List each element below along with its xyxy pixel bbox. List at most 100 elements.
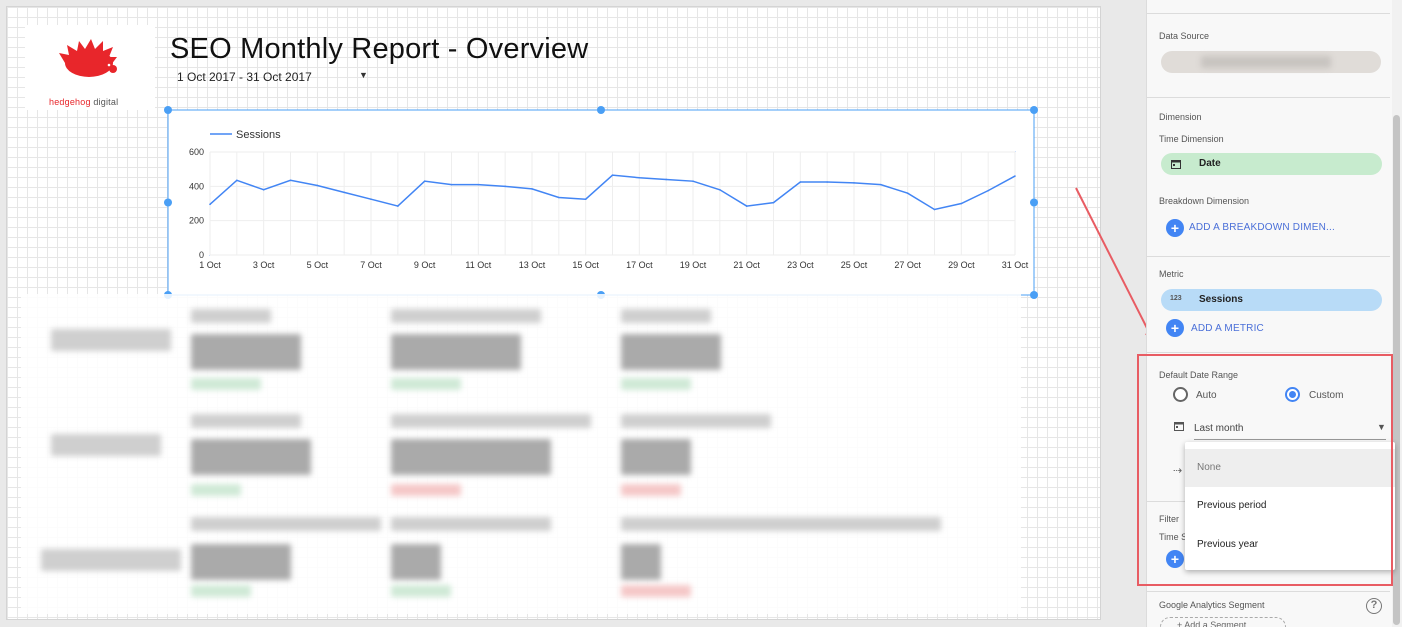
x-tick-label: 29 Oct xyxy=(948,260,975,270)
annotation-highlight-box xyxy=(1137,354,1393,586)
data-source-label: Data Source xyxy=(1159,31,1210,41)
data-point xyxy=(611,174,614,176)
blurred-label xyxy=(191,517,381,531)
data-point xyxy=(799,181,802,183)
x-tick-label: 13 Oct xyxy=(519,260,546,270)
x-tick-label: 23 Oct xyxy=(787,260,814,270)
data-point xyxy=(236,179,238,182)
add-breakdown-icon[interactable]: + xyxy=(1166,219,1184,237)
legend-label: Sessions xyxy=(236,129,281,141)
add-breakdown-dimension-link[interactable]: ADD A BREAKDOWN DIMEN... xyxy=(1189,222,1335,233)
x-tick-label: 17 Oct xyxy=(626,260,653,270)
blurred-delta xyxy=(191,585,251,597)
resize-handle[interactable] xyxy=(597,106,605,114)
numeric-type-icon: 123 xyxy=(1170,295,1182,302)
data-point xyxy=(638,176,641,179)
divider xyxy=(1146,13,1390,14)
metric-value: Sessions xyxy=(1199,294,1243,305)
resize-handle[interactable] xyxy=(1030,106,1038,114)
blurred-label xyxy=(191,309,271,323)
calendar-icon xyxy=(1171,160,1181,169)
blurred-label xyxy=(621,414,771,428)
x-tick-label: 31 Oct xyxy=(1002,260,1029,270)
divider xyxy=(1146,256,1390,257)
resize-handle[interactable] xyxy=(1030,198,1038,207)
blurred-label xyxy=(621,309,711,323)
x-tick-label: 19 Oct xyxy=(680,260,707,270)
data-point xyxy=(397,205,399,207)
ga-segment-label: Google Analytics Segment xyxy=(1159,600,1265,610)
y-tick-label: 400 xyxy=(189,181,204,191)
blurred-delta xyxy=(391,484,461,496)
time-dimension-value: Date xyxy=(1199,158,1221,169)
data-point xyxy=(987,189,989,192)
data-point xyxy=(719,188,721,191)
y-tick-label: 0 xyxy=(199,250,204,260)
x-tick-label: 27 Oct xyxy=(894,260,921,270)
blurred-value xyxy=(621,439,691,475)
blurred-value xyxy=(391,439,551,475)
add-metric-link[interactable]: ADD A METRIC xyxy=(1191,323,1264,334)
blurred-scorecards xyxy=(21,294,1021,614)
divider xyxy=(1146,97,1390,98)
x-tick-label: 25 Oct xyxy=(841,260,868,270)
data-point xyxy=(316,184,319,187)
data-point xyxy=(880,183,882,186)
blurred-value xyxy=(621,334,721,370)
divider xyxy=(1146,352,1390,353)
blurred-delta xyxy=(391,585,451,597)
data-point xyxy=(665,178,667,181)
data-point xyxy=(558,196,560,199)
blurred-delta xyxy=(391,378,461,390)
y-tick-label: 600 xyxy=(189,147,204,157)
help-icon[interactable]: ? xyxy=(1366,598,1382,614)
blurred-value xyxy=(391,334,521,370)
blurred-label xyxy=(51,329,171,351)
data-point xyxy=(906,192,909,194)
blurred-value xyxy=(191,544,291,580)
blurred-label xyxy=(391,309,541,323)
metric-chip[interactable]: 123 Sessions xyxy=(1161,289,1382,311)
data-point xyxy=(423,180,426,182)
data-point xyxy=(209,203,211,206)
resize-handle[interactable] xyxy=(1030,291,1038,299)
add-metric-icon[interactable]: + xyxy=(1166,319,1184,337)
blurred-label xyxy=(191,414,301,428)
data-point xyxy=(370,198,372,201)
data-point xyxy=(450,183,453,186)
data-point xyxy=(477,183,480,186)
data-point xyxy=(343,191,345,194)
resize-handle[interactable] xyxy=(164,106,172,114)
x-tick-label: 21 Oct xyxy=(733,260,760,270)
x-tick-label: 9 Oct xyxy=(414,260,436,270)
blurred-data-source-name xyxy=(1201,56,1331,68)
time-dimension-label: Time Dimension xyxy=(1159,134,1224,144)
x-tick-label: 7 Oct xyxy=(360,260,382,270)
add-segment-button[interactable]: + Add a Segment xyxy=(1160,617,1286,627)
x-tick-label: 3 Oct xyxy=(253,260,275,270)
resize-handle[interactable] xyxy=(164,198,172,207)
data-point xyxy=(960,202,963,205)
report-canvas[interactable]: hedgehog digital SEO Monthly Report - Ov… xyxy=(6,6,1101,620)
x-tick-label: 11 Oct xyxy=(465,260,491,270)
data-point xyxy=(853,182,855,184)
blurred-label xyxy=(621,517,941,531)
data-point xyxy=(772,201,775,204)
blurred-value xyxy=(191,334,301,370)
blurred-delta xyxy=(621,378,691,390)
data-point xyxy=(531,188,533,190)
blurred-label xyxy=(391,517,551,531)
blurred-value xyxy=(191,439,311,475)
blurred-value xyxy=(391,544,441,580)
data-point xyxy=(262,188,265,191)
blurred-label xyxy=(391,414,591,428)
blurred-delta xyxy=(621,585,691,597)
data-point xyxy=(584,198,587,201)
metric-header: Metric xyxy=(1159,269,1184,279)
data-point xyxy=(1014,175,1016,177)
blurred-label xyxy=(41,549,181,571)
data-source-selector[interactable] xyxy=(1161,51,1381,73)
x-tick-label: 5 Oct xyxy=(307,260,329,270)
time-dimension-chip[interactable]: Date xyxy=(1161,153,1382,175)
breakdown-dimension-label: Breakdown Dimension xyxy=(1159,196,1250,206)
